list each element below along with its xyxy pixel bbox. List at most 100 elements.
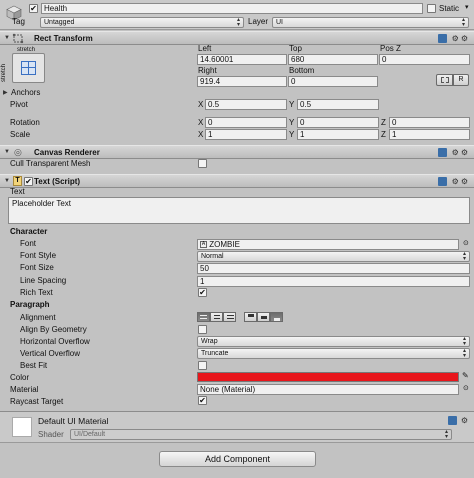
- raw-edit-button[interactable]: R: [453, 74, 469, 86]
- layer-dropdown[interactable]: UI ▴ ▾: [272, 17, 469, 28]
- expand-arrow-icon[interactable]: ▼: [4, 148, 10, 156]
- check-icon: ✔: [199, 288, 206, 297]
- text-enabled-checkbox[interactable]: ✔: [24, 177, 33, 186]
- pivot-y-field[interactable]: 0.5: [297, 99, 379, 110]
- color-swatch[interactable]: [197, 372, 459, 382]
- cull-transparent-mesh-checkbox[interactable]: [198, 159, 207, 168]
- rotation-label: Rotation: [10, 118, 40, 127]
- vertical-overflow-dropdown[interactable]: Truncate ▴ ▾: [197, 348, 470, 359]
- static-label: Static: [439, 4, 460, 13]
- best-fit-checkbox[interactable]: [198, 361, 207, 370]
- expand-arrow-icon[interactable]: ▼: [4, 177, 10, 185]
- tag-dropdown[interactable]: Untagged ▴ ▾: [40, 17, 244, 28]
- scale-x-field[interactable]: 1: [205, 129, 287, 140]
- rich-text-checkbox[interactable]: ✔: [198, 288, 207, 297]
- pivot-x-label: X: [198, 100, 204, 109]
- active-checkbox[interactable]: ✔: [29, 4, 38, 13]
- gear-icon[interactable]: ⚙: [461, 416, 470, 425]
- canvas-renderer-title: Canvas Renderer: [34, 148, 100, 157]
- align-by-geometry-label: Align By Geometry: [20, 325, 87, 334]
- help-book-icon[interactable]: [438, 177, 448, 187]
- settings-icon[interactable]: ⚙: [452, 34, 461, 43]
- gear-icon[interactable]: ⚙: [461, 177, 470, 186]
- material-object-picker-icon[interactable]: ⊙: [463, 384, 469, 394]
- blueprint-mode-button[interactable]: [436, 74, 453, 86]
- character-label: Character: [10, 227, 48, 236]
- material-header-icons: ⚙: [447, 415, 470, 426]
- help-book-icon[interactable]: [438, 34, 448, 44]
- material-field[interactable]: None (Material): [197, 384, 459, 395]
- pivot-x-field[interactable]: 0.5: [205, 99, 287, 110]
- material-label: Material: [10, 385, 39, 394]
- font-field[interactable]: A ZOMBIE: [197, 239, 459, 250]
- gear-icon[interactable]: ⚙: [461, 34, 470, 43]
- tag-label: Tag: [12, 17, 25, 26]
- align-by-geometry-checkbox[interactable]: [198, 325, 207, 334]
- object-header: ✔ Health Static ▾ Tag Untagged ▴ ▾ Layer U…: [0, 0, 474, 30]
- align-middle-button[interactable]: [257, 312, 270, 322]
- right-field[interactable]: 919.4: [197, 76, 287, 87]
- font-size-field[interactable]: 50: [197, 263, 470, 274]
- left-field[interactable]: 14.60001: [197, 54, 287, 65]
- eyedropper-icon[interactable]: ✎: [462, 371, 469, 381]
- updown-icon: ▴ ▾: [461, 17, 465, 28]
- static-checkbox[interactable]: [427, 4, 436, 13]
- paragraph-label: Paragraph: [10, 300, 50, 309]
- align-middle-icon: [261, 316, 267, 319]
- object-name-field[interactable]: Health: [41, 3, 423, 14]
- anchor-preset-button[interactable]: [12, 53, 45, 83]
- gear-icon[interactable]: ⚙: [461, 148, 470, 157]
- align-right-button[interactable]: [223, 312, 236, 322]
- posz-field[interactable]: 0: [379, 54, 470, 65]
- align-top-icon: [248, 314, 254, 317]
- horizontal-overflow-dropdown[interactable]: Wrap ▴ ▾: [197, 336, 470, 347]
- font-style-label: Font Style: [20, 251, 57, 260]
- align-top-button[interactable]: [244, 312, 257, 322]
- scale-y-label: Y: [289, 130, 295, 139]
- canvas-renderer-header[interactable]: ▼ ◎ Canvas Renderer ⚙⚙: [0, 145, 474, 159]
- left-col-label: Left: [198, 44, 212, 53]
- help-book-icon[interactable]: [447, 416, 457, 426]
- scale-z-field[interactable]: 1: [389, 129, 470, 140]
- help-book-icon[interactable]: [438, 148, 448, 158]
- component-header-icons: ⚙⚙: [438, 33, 470, 44]
- scale-y-field[interactable]: 1: [297, 129, 379, 140]
- pivot-y-label: Y: [289, 100, 295, 109]
- shader-dropdown[interactable]: UI/Default ▴ ▾: [70, 429, 452, 440]
- anchors-label[interactable]: Anchors: [11, 88, 40, 98]
- text-script-header[interactable]: ▼ T ✔ Text (Script) ⚙⚙: [0, 174, 474, 188]
- add-component-button[interactable]: Add Component: [159, 451, 316, 467]
- text-area[interactable]: Placeholder Text: [8, 197, 470, 224]
- horizontal-overflow-label: Horizontal Overflow: [20, 337, 90, 346]
- line-spacing-label: Line Spacing: [20, 276, 67, 285]
- scale-x-label: X: [198, 130, 204, 139]
- top-col-label: Top: [289, 44, 302, 53]
- rotation-x-field[interactable]: 0: [205, 117, 287, 128]
- rotation-z-field[interactable]: 0: [389, 117, 470, 128]
- bottom-field[interactable]: 0: [288, 76, 378, 87]
- shader-label: Shader: [38, 430, 64, 439]
- updown-icon: ▴ ▾: [462, 348, 466, 359]
- rotation-y-label: Y: [289, 118, 295, 127]
- settings-icon[interactable]: ⚙: [452, 177, 461, 186]
- raycast-target-checkbox[interactable]: ✔: [198, 396, 207, 405]
- line-spacing-field[interactable]: 1: [197, 276, 470, 287]
- font-object-picker-icon[interactable]: ⊙: [463, 239, 469, 249]
- font-style-dropdown[interactable]: Normal ▴ ▾: [197, 251, 470, 262]
- align-center-button[interactable]: [210, 312, 223, 322]
- align-left-button[interactable]: [197, 312, 210, 322]
- expand-arrow-icon[interactable]: ▼: [4, 34, 10, 42]
- font-size-label: Font Size: [20, 263, 54, 272]
- align-bottom-button[interactable]: [270, 312, 283, 322]
- check-icon: ✔: [30, 4, 37, 13]
- static-dropdown-icon[interactable]: ▾: [465, 3, 469, 13]
- color-label: Color: [10, 373, 30, 382]
- top-field[interactable]: 680: [288, 54, 378, 65]
- check-icon: ✔: [25, 177, 32, 186]
- material-section: Default UI Material Shader UI/Default ▴ ▾ …: [0, 411, 474, 443]
- rect-transform-header[interactable]: ▼ Rect Transform ⚙⚙: [0, 31, 474, 45]
- rotation-y-field[interactable]: 0: [297, 117, 379, 128]
- anchors-expand-arrow-icon[interactable]: ▶: [3, 89, 8, 97]
- material-name: Default UI Material: [38, 416, 109, 426]
- settings-icon[interactable]: ⚙: [452, 148, 461, 157]
